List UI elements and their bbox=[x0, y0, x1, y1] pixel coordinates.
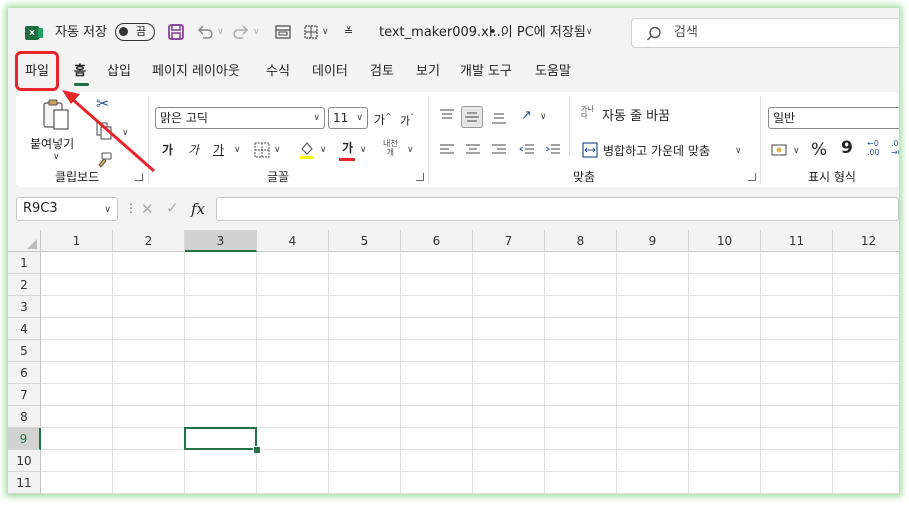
excel-window: x 자동 저장 끔 ∨ ∨ ∨ ≚ text_maker009.xl... • … bbox=[8, 8, 899, 494]
annotation-arrow bbox=[62, 90, 155, 173]
